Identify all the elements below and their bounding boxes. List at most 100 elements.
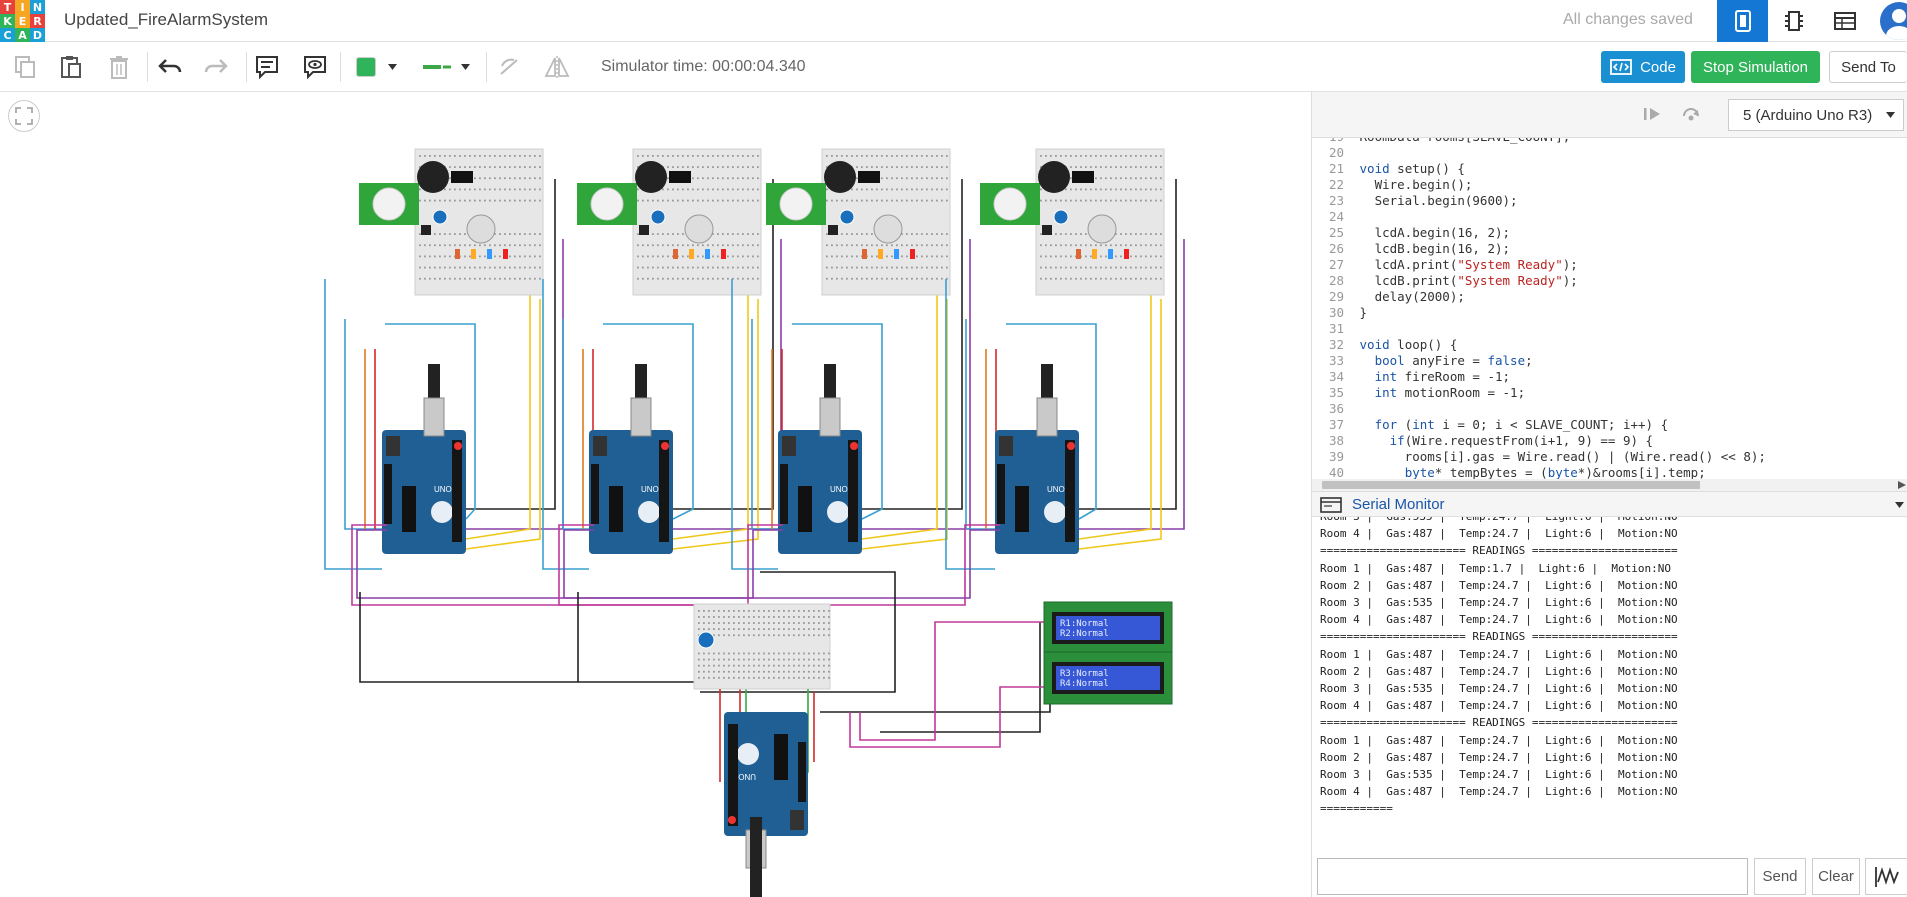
board-select[interactable]: 5 (Arduino Uno R3) [1728,99,1904,131]
delete-button[interactable] [104,51,134,83]
serial-plot-button[interactable] [1865,858,1907,895]
code-button[interactable]: Code [1601,51,1685,83]
breadboard-hole [509,266,511,269]
photoresistor [466,214,496,244]
paste-button[interactable] [56,51,86,83]
breadboard-hole [866,155,868,157]
breadboard-hole [753,610,755,612]
breadboard-hole [1160,266,1162,269]
lcd-line-2: R4:Normal [1060,679,1109,689]
led [1108,249,1113,259]
breadboard-hole [911,233,913,235]
breadboard-hole [773,622,775,624]
breadboard-hole [1065,244,1067,247]
breadboard-hole [692,177,694,180]
breadboard-hole [738,610,740,612]
wire [465,299,541,550]
breadboard-hole [504,244,506,247]
breadboard-hole [454,277,456,280]
undo-button[interactable] [155,51,185,83]
breadboard-hole [1040,188,1042,191]
serial-monitor-header[interactable]: Serial Monitor [1312,491,1907,517]
schematic-view-button[interactable] [1768,0,1819,42]
breadboard-hole [703,664,705,667]
breadboard-hole [851,199,853,202]
serial-clear-button[interactable]: Clear [1812,858,1860,895]
breadboard-hole [702,166,704,168]
breadboard-hole [768,610,770,612]
breadboard-hole [662,199,664,202]
breadboard-hole [677,199,679,202]
breadboard-hole [519,277,521,280]
wire-type-dropdown[interactable] [414,51,478,83]
circuit-canvas[interactable]: UNO UNO UNO UNO UNO R1:Normal R2:Normal R3:Norm… [0,92,1311,897]
breadboard-hole [682,277,684,280]
wire-color-dropdown[interactable] [346,51,406,83]
code-editor[interactable]: 19 RoomData rooms[SLAVE_COUNT];2021 void… [1312,138,1907,490]
project-title[interactable]: Updated_FireAlarmSystem [64,10,268,30]
notes-visibility-button[interactable] [299,51,331,83]
breadboard-hole [484,266,486,269]
breadboard-hole [823,676,825,679]
breadboard-hole [763,634,765,637]
component-list-button[interactable] [1819,0,1870,42]
circuit-view-button[interactable] [1717,0,1768,42]
serial-input[interactable] [1317,858,1748,895]
breadboard-hole [1070,233,1072,235]
breadboard-hole [763,676,765,679]
breadboard-hole [866,244,868,247]
breadboard-hole [1055,266,1057,269]
chevron-down-icon [1895,502,1904,508]
breadboard-hole [449,177,451,180]
user-avatar[interactable] [1880,2,1907,40]
breadboard-hole [886,255,888,258]
breadboard-hole [697,177,699,180]
copy-button[interactable] [10,51,40,83]
breadboard-hole [727,177,729,180]
breadboard-hole [752,188,754,191]
breadboard-hole [1150,233,1152,235]
flip-button[interactable] [542,51,572,83]
breadboard-hole [1080,266,1082,269]
breadboard-hole [788,658,790,661]
breadboard-hole [886,277,888,280]
notes-button[interactable] [251,51,283,83]
breadboard-hole [936,233,938,235]
breadboard-hole [692,244,694,247]
breadboard-hole [753,616,755,618]
breadboard-hole [494,244,496,247]
tinkercad-logo[interactable]: TIN KER CAD [0,0,46,42]
restart-button[interactable] [1680,104,1704,126]
breadboard-hole [1075,199,1077,202]
breadboard-hole [712,166,714,168]
breadboard-hole [1110,166,1112,168]
code-line: 35 int motionRoom = -1; [1328,385,1526,400]
rotate-button[interactable] [494,51,524,83]
send-to-button[interactable]: Send To [1829,51,1907,83]
redo-button[interactable] [201,51,231,83]
breadboard-hole [808,658,810,661]
breadboard-hole [504,199,506,202]
breadboard-hole [793,622,795,624]
breadboard-hole [896,277,898,280]
breadboard-hole [434,199,436,202]
breadboard-hole [499,199,501,202]
breadboard-hole [474,266,476,269]
breadboard-hole [851,155,853,157]
breadboard-hole [1095,155,1097,157]
serial-send-button[interactable]: Send [1754,858,1806,895]
breadboard-hole [692,188,694,191]
breadboard-hole [737,277,739,280]
step-button[interactable] [1642,104,1666,126]
serial-line: Room 3 | Gas:535 | Temp:24.7 | Light:6 |… [1320,768,1678,781]
breadboard-hole [826,199,828,202]
breadboard-hole [667,255,669,258]
wire [1078,289,1152,540]
code-horizontal-scrollbar[interactable] [1312,479,1907,491]
breadboard-hole [941,255,943,258]
led [471,249,476,259]
stop-simulation-button[interactable]: Stop Simulation [1691,51,1820,83]
breadboard-hole [778,670,780,673]
breadboard-hole [534,199,536,202]
breadboard-hole [509,244,511,247]
